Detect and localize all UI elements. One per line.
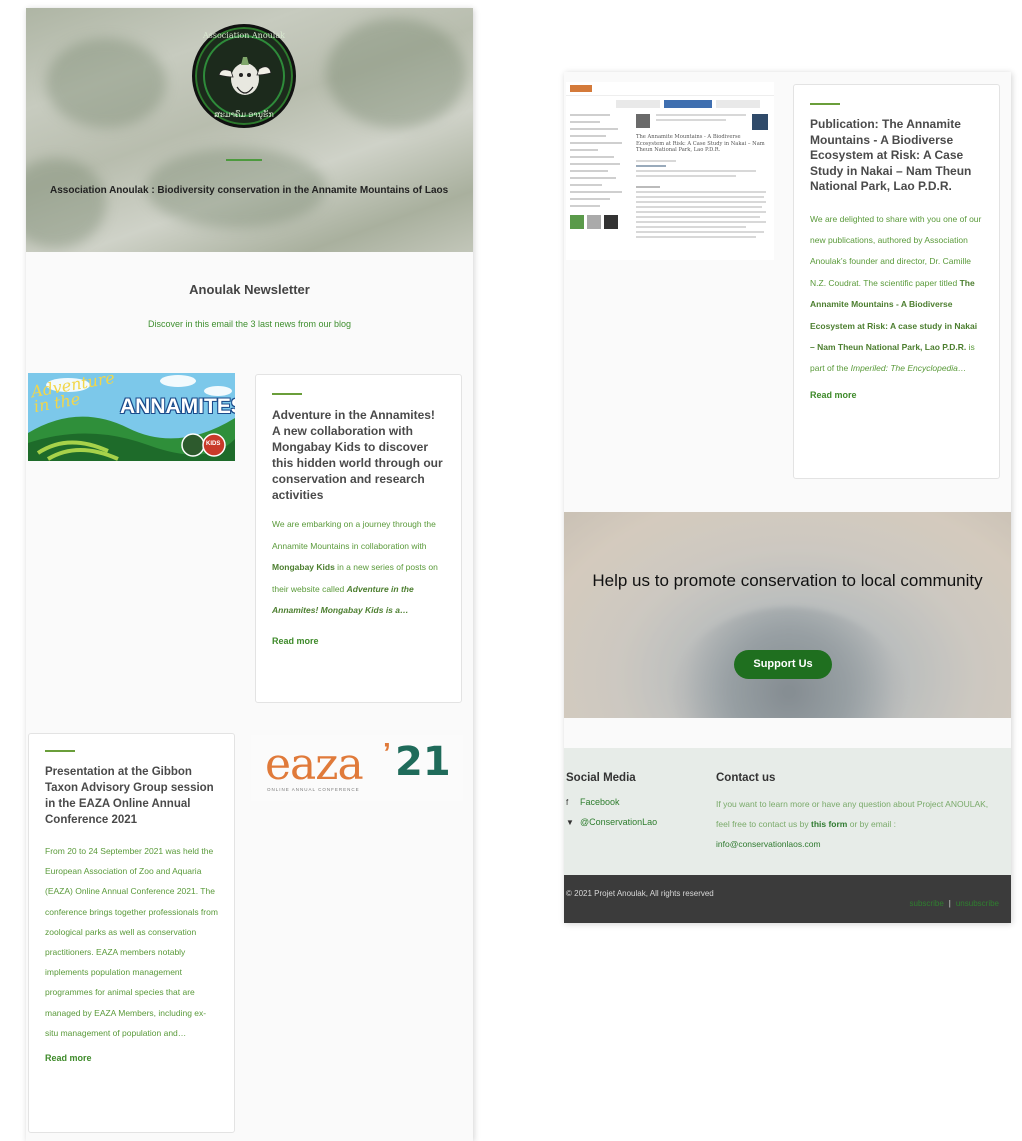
- card-accent-bar: [810, 103, 840, 105]
- post-title[interactable]: Presentation at the Gibbon Taxon Advisor…: [45, 764, 218, 828]
- facebook-link[interactable]: f Facebook: [566, 797, 620, 807]
- eaza-logo-word: eaza: [265, 739, 364, 790]
- post-excerpt: We are delighted to share with you one o…: [810, 213, 982, 374]
- social-contact-section: Social Media f Facebook ▼ @ConservationLao…: [564, 748, 1011, 875]
- post-card-adventure: Adventure in the Annamites! A new collab…: [255, 374, 462, 703]
- eaza-logo-subtitle: ONLINE ANNUAL CONFERENCE: [267, 787, 360, 792]
- twitter-link[interactable]: ▼ @ConservationLao: [566, 817, 657, 827]
- footer: © 2021 Projet Anoulak, All rights reserv…: [564, 875, 1011, 923]
- subscribe-link[interactable]: subscribe: [910, 899, 944, 908]
- newsletter-title: Anoulak Newsletter: [189, 282, 310, 297]
- card-accent-bar: [45, 750, 75, 752]
- anoulak-logo[interactable]: Association Anoulak ສະມາຄົມ ອານຸຮັກ: [192, 24, 296, 128]
- publication-screenshot-title: The Annamite Mountains - A Biodiverse Ec…: [636, 134, 765, 153]
- social-media-title: Social Media: [566, 772, 636, 784]
- read-more-link[interactable]: Read more: [45, 1053, 218, 1063]
- kids-badge: KIDS: [206, 441, 221, 447]
- post-card-eaza: Presentation at the Gibbon Taxon Advisor…: [28, 733, 235, 1133]
- eaza-logo-apostrophe: ’: [383, 737, 391, 768]
- contact-form-link[interactable]: this form: [811, 819, 847, 829]
- eaza-logo-image[interactable]: eaza ’ 21 ONLINE ANNUAL CONFERENCE: [251, 735, 463, 801]
- eaza-logo-year: 21: [395, 739, 451, 785]
- footer-separator: |: [948, 899, 951, 908]
- support-heading: Help us to promote conservation to local…: [592, 571, 983, 590]
- hero-divider: [226, 159, 262, 161]
- facebook-icon: f: [566, 798, 569, 807]
- post-excerpt: From 20 to 24 September 2021 was held th…: [45, 846, 218, 1038]
- hero-tagline: Association Anoulak : Biodiversity conse…: [50, 185, 449, 196]
- post-excerpt: We are embarking on a journey through th…: [272, 519, 438, 615]
- read-more-link[interactable]: Read more: [810, 390, 983, 400]
- contact-text: If you want to learn more or have any qu…: [716, 799, 989, 849]
- post-title[interactable]: Publication: The Annamite Mountains - A …: [810, 117, 983, 195]
- copyright-text: © 2021 Projet Anoulak, All rights reserv…: [566, 889, 714, 898]
- hero-banner: Association Anoulak ສະມາຄົມ ອານຸຮັກ Asso…: [26, 8, 473, 252]
- unsubscribe-link[interactable]: unsubscribe: [956, 899, 999, 908]
- card-accent-bar: [272, 393, 302, 395]
- read-more-link[interactable]: Read more: [272, 636, 445, 646]
- footer-links: subscribe | unsubscribe: [910, 899, 999, 908]
- support-us-button[interactable]: Support Us: [734, 650, 832, 679]
- publication-screenshot-image[interactable]: The Annamite Mountains - A Biodiverse Ec…: [566, 82, 774, 260]
- hornbill-icon: [218, 57, 272, 95]
- annamites-word: ANNAMITES: [120, 395, 235, 418]
- support-banner: Help us to promote conservation to local…: [564, 512, 1011, 718]
- contact-title: Contact us: [716, 772, 776, 784]
- post-title[interactable]: Adventure in the Annamites! A new collab…: [272, 407, 445, 503]
- annamites-post-image[interactable]: Adventure in the ANNAMITES KIDS: [28, 373, 235, 461]
- newsletter-subtitle: Discover in this email the 3 last news f…: [147, 319, 352, 329]
- newsletter-page-right: The Annamite Mountains - A Biodiverse Ec…: [564, 72, 1011, 923]
- twitter-icon: ▼: [566, 818, 574, 827]
- newsletter-page-left: Association Anoulak ສະມາຄົມ ອານຸຮັກ Asso…: [26, 8, 473, 1141]
- post-card-publication: Publication: The Annamite Mountains - A …: [793, 84, 1000, 479]
- contact-email-link[interactable]: info@conservationlaos.com: [716, 839, 821, 849]
